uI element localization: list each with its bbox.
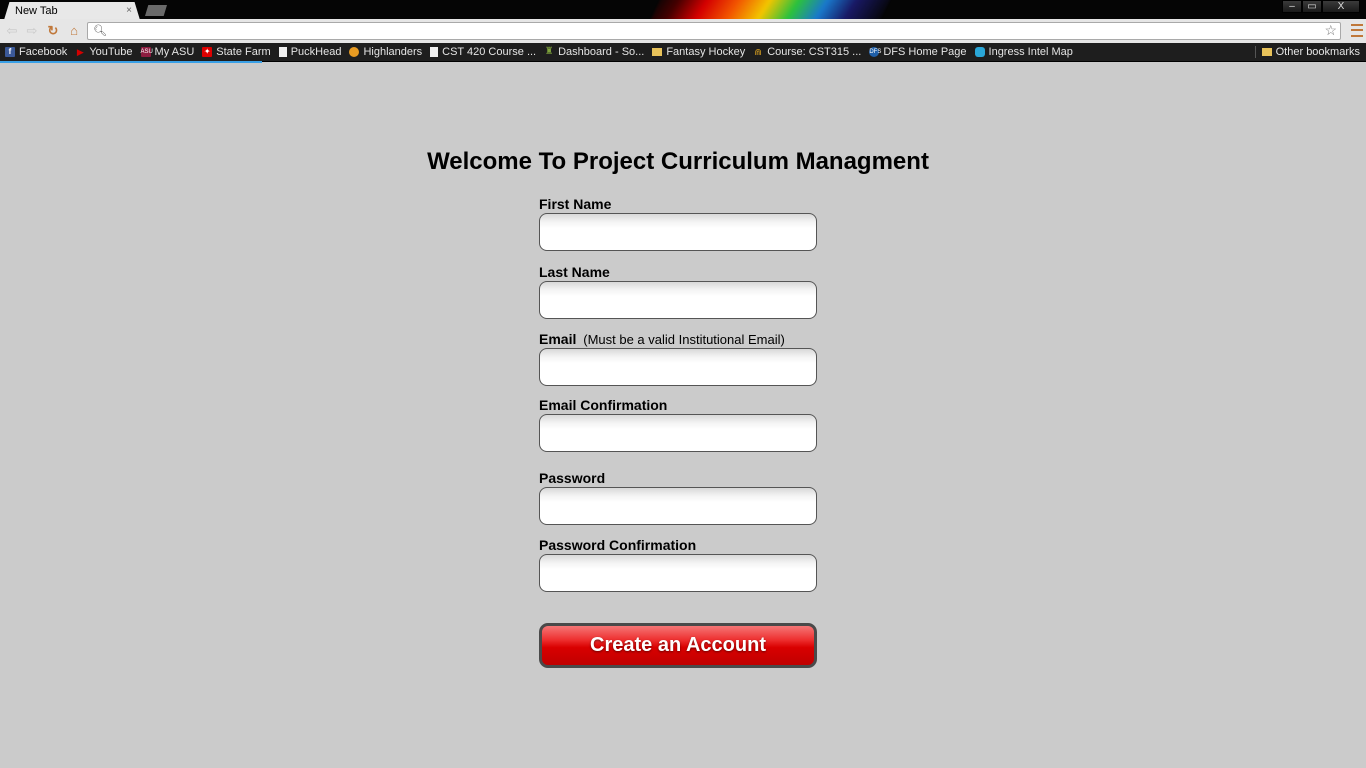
bookmark-state-farm[interactable]: ✦ State Farm [202,46,271,58]
bookmarks-bar: f Facebook ▶ YouTube ASU My ASU ✦ State … [0,43,1366,62]
bookmark-dashboard[interactable]: ♜ Dashboard - So... [544,46,645,58]
home-icon[interactable]: ⌂ [66,23,82,39]
bookmark-cst420[interactable]: CST 420 Course ... [430,46,536,58]
bookmark-label: My ASU [154,46,195,58]
bookmark-label: PuckHead [290,46,342,58]
asu-icon: ASU [140,47,153,57]
bookmark-star-icon[interactable]: ☆ [1324,22,1337,39]
search-icon: 🔍︎ [93,25,107,37]
folder-icon [652,48,663,56]
last-name-input[interactable] [539,281,817,319]
bookmark-label: Course: CST315 ... [767,46,862,58]
folder-icon [1261,48,1272,56]
menu-icon[interactable] [1351,24,1363,37]
email-confirmation-label: Email Confirmation [539,397,668,413]
bookmark-youtube[interactable]: ▶ YouTube [75,46,133,58]
address-input[interactable] [110,24,1310,38]
bookmark-label: YouTube [89,46,133,58]
bookmark-label: Fantasy Hockey [666,46,746,58]
bookmark-puckhead[interactable]: PuckHead [278,46,342,58]
tab-title: New Tab [15,5,58,17]
password-label: Password [539,470,606,486]
bookmark-label: Facebook [19,46,68,58]
email-hint: (Must be a valid Institutional Email) [583,332,785,347]
course-icon: ⋒ [754,47,762,57]
bookmark-dfs-home[interactable]: DFS DFS Home Page [869,46,967,58]
ingress-icon [974,47,985,57]
facebook-icon: f [5,47,15,57]
bookmark-label: Dashboard - So... [558,46,645,58]
forward-arrow-icon[interactable]: ⇨ [24,23,40,39]
bookmark-label: State Farm [216,46,271,58]
other-bookmarks-label: Other bookmarks [1275,46,1360,58]
dfs-icon: DFS [869,47,882,57]
first-name-label: First Name [539,196,612,212]
youtube-icon: ▶ [76,47,84,57]
address-bar[interactable]: 🔍︎ ☆ [87,22,1341,40]
email-input[interactable] [539,348,817,386]
reload-icon[interactable]: ↻ [45,23,61,39]
password-input[interactable] [539,487,817,525]
statefarm-icon: ✦ [202,47,213,57]
email-confirmation-input[interactable] [539,414,817,452]
theme-decoration [646,0,904,19]
bookmark-label: Ingress Intel Map [988,46,1073,58]
bookmark-fantasy-hockey[interactable]: Fantasy Hockey [652,46,745,58]
last-name-label: Last Name [539,264,610,280]
first-name-input[interactable] [539,213,817,251]
close-window-button[interactable]: X [1322,0,1360,13]
bookmark-my-asu[interactable]: ASU My ASU [140,46,195,58]
restore-button[interactable]: ▭ [1302,0,1322,13]
minimize-button[interactable]: – [1282,0,1302,13]
page-icon [278,47,287,57]
tab-close-icon[interactable]: × [126,5,132,16]
bookmark-label: Highlanders [363,46,423,58]
loading-progress-bar [0,61,262,63]
email-label-row: Email (Must be a valid Institutional Ema… [539,331,785,347]
bookmark-label: CST 420 Course ... [442,46,537,58]
bookmark-label: DFS Home Page [883,46,967,58]
back-arrow-icon[interactable]: ⇦ [4,23,20,39]
dashboard-icon: ♜ [544,46,554,57]
new-tab-button[interactable] [145,5,167,16]
page-icon [430,47,439,57]
create-account-button[interactable]: Create an Account [539,623,817,668]
bookmark-ingress[interactable]: Ingress Intel Map [974,46,1073,58]
browser-toolbar: ⇦ ⇨ ↻ ⌂ 🔍︎ ☆ [0,19,1366,43]
window-controls: – ▭ X [1282,0,1360,14]
bookmark-facebook[interactable]: f Facebook [5,46,67,58]
other-bookmarks[interactable]: Other bookmarks [1254,46,1360,58]
email-label: Email [539,331,577,347]
password-confirmation-input[interactable] [539,554,817,592]
tab-new-tab[interactable]: New Tab × [4,2,140,19]
highlanders-icon [349,47,360,57]
bookmark-cst315[interactable]: ⋒ Course: CST315 ... [753,46,861,58]
window-titlebar: New Tab × – ▭ X [0,0,1366,19]
page-title: Welcome To Project Curriculum Managment [427,148,929,175]
bookmark-highlanders[interactable]: Highlanders [349,46,422,58]
password-confirmation-label: Password Confirmation [539,537,697,553]
